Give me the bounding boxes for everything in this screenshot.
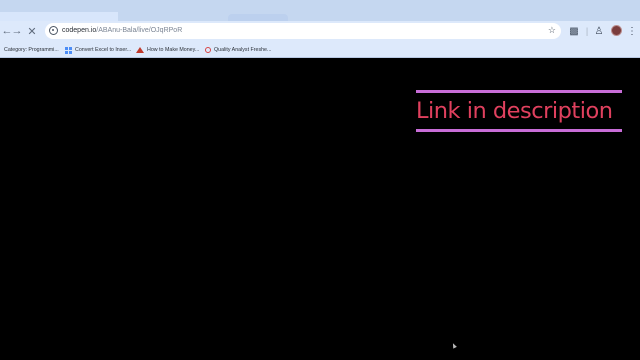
tab[interactable] [228,14,288,21]
bottom-divider [416,129,622,132]
address-bar[interactable]: codepen.io/ABAnu-Bala/live/OJqRPoR ☆ [45,23,561,39]
bookmarks-bar: Category: Programmi... Convert Excel to … [0,41,640,58]
avatar[interactable] [611,25,622,36]
browser-toolbar: ← → ✕ codepen.io/ABAnu-Bala/live/OJqRPoR… [0,21,640,41]
tab-strip [0,0,640,21]
menu-icon[interactable]: ⋮ [625,24,639,38]
promo-text: Link in description [416,98,613,124]
active-tab[interactable] [0,12,118,21]
bookmark-item[interactable]: Category: Programmi... [4,45,59,55]
bookmark-item[interactable]: How to Make Money... [136,45,199,55]
grid-icon [65,46,72,54]
site-info-icon[interactable] [49,26,58,35]
stop-loading-icon[interactable]: ✕ [25,24,39,38]
bookmark-item[interactable]: Convert Excel to Inser... [65,45,131,55]
profile-icon[interactable]: ♙ [592,24,606,38]
forward-icon[interactable]: → [10,24,24,38]
url-text[interactable]: codepen.io/ABAnu-Bala/live/OJqRPoR [62,26,182,36]
ring-icon [205,47,211,53]
hat-icon [136,47,144,53]
extensions-icon[interactable]: ▩ [567,24,581,38]
bookmark-star-icon[interactable]: ☆ [548,25,556,36]
promo-banner: Link in description [416,90,622,132]
page-content: Link in description [0,59,640,360]
bookmark-item[interactable]: Quality Analyst Freshe... [205,45,271,55]
